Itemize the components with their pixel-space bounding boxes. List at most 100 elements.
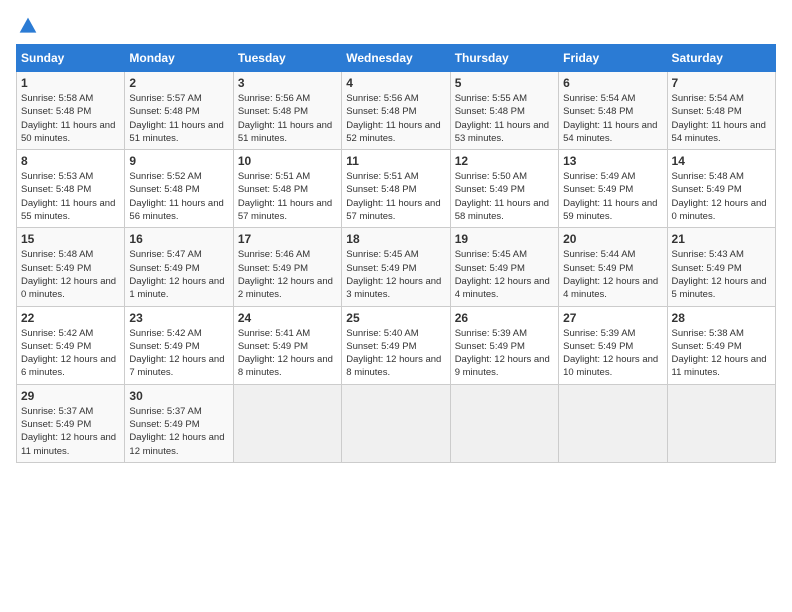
calendar-day-cell: 17 Sunrise: 5:46 AMSunset: 5:49 PMDayligh…: [233, 228, 341, 306]
day-number: 4: [346, 76, 445, 90]
day-number: 29: [21, 389, 120, 403]
day-number: 18: [346, 232, 445, 246]
calendar-table: SundayMondayTuesdayWednesdayThursdayFrid…: [16, 44, 776, 463]
calendar-day-cell: 21 Sunrise: 5:43 AMSunset: 5:49 PMDayligh…: [667, 228, 775, 306]
day-detail: Sunrise: 5:38 AMSunset: 5:49 PMDaylight:…: [672, 327, 771, 380]
day-number: 23: [129, 311, 228, 325]
day-number: 28: [672, 311, 771, 325]
calendar-day-cell: 22 Sunrise: 5:42 AMSunset: 5:49 PMDayligh…: [17, 306, 125, 384]
day-of-week-header: Sunday: [17, 45, 125, 72]
day-number: 21: [672, 232, 771, 246]
day-number: 9: [129, 154, 228, 168]
day-number: 30: [129, 389, 228, 403]
calendar-day-cell: 30 Sunrise: 5:37 AMSunset: 5:49 PMDayligh…: [125, 384, 233, 462]
day-detail: Sunrise: 5:56 AMSunset: 5:48 PMDaylight:…: [346, 92, 445, 145]
day-detail: Sunrise: 5:58 AMSunset: 5:48 PMDaylight:…: [21, 92, 120, 145]
day-detail: Sunrise: 5:37 AMSunset: 5:49 PMDaylight:…: [21, 405, 120, 458]
calendar-day-cell: 20 Sunrise: 5:44 AMSunset: 5:49 PMDayligh…: [559, 228, 667, 306]
day-number: 5: [455, 76, 554, 90]
day-number: 17: [238, 232, 337, 246]
day-number: 16: [129, 232, 228, 246]
day-detail: Sunrise: 5:41 AMSunset: 5:49 PMDaylight:…: [238, 327, 337, 380]
day-number: 7: [672, 76, 771, 90]
day-number: 2: [129, 76, 228, 90]
day-detail: Sunrise: 5:40 AMSunset: 5:49 PMDaylight:…: [346, 327, 445, 380]
calendar-day-cell: 27 Sunrise: 5:39 AMSunset: 5:49 PMDayligh…: [559, 306, 667, 384]
calendar-day-cell: 24 Sunrise: 5:41 AMSunset: 5:49 PMDayligh…: [233, 306, 341, 384]
day-detail: Sunrise: 5:39 AMSunset: 5:49 PMDaylight:…: [455, 327, 554, 380]
day-number: 27: [563, 311, 662, 325]
day-detail: Sunrise: 5:46 AMSunset: 5:49 PMDaylight:…: [238, 248, 337, 301]
calendar-day-cell: 10 Sunrise: 5:51 AMSunset: 5:48 PMDayligh…: [233, 150, 341, 228]
day-of-week-header: Monday: [125, 45, 233, 72]
day-number: 11: [346, 154, 445, 168]
day-detail: Sunrise: 5:57 AMSunset: 5:48 PMDaylight:…: [129, 92, 228, 145]
calendar-day-cell: 6Sunrise: 5:54 AMSunset: 5:48 PMDaylight…: [559, 72, 667, 150]
calendar-day-cell: 3 Sunrise: 5:56 AMSunset: 5:48 PMDaylight…: [233, 72, 341, 150]
calendar-day-cell: 15Sunrise: 5:48 AMSunset: 5:49 PMDayligh…: [17, 228, 125, 306]
day-detail: Sunrise: 5:52 AMSunset: 5:48 PMDaylight:…: [129, 170, 228, 223]
calendar-week-row: 1Sunrise: 5:58 AMSunset: 5:48 PMDaylight…: [17, 72, 776, 150]
day-detail: Sunrise: 5:48 AMSunset: 5:49 PMDaylight:…: [672, 170, 771, 223]
day-detail: Sunrise: 5:37 AMSunset: 5:49 PMDaylight:…: [129, 405, 228, 458]
day-number: 10: [238, 154, 337, 168]
calendar-day-cell: [450, 384, 558, 462]
day-number: 24: [238, 311, 337, 325]
calendar-day-cell: 19 Sunrise: 5:45 AMSunset: 5:49 PMDayligh…: [450, 228, 558, 306]
calendar-day-cell: 1Sunrise: 5:58 AMSunset: 5:48 PMDaylight…: [17, 72, 125, 150]
day-number: 22: [21, 311, 120, 325]
day-detail: Sunrise: 5:50 AMSunset: 5:49 PMDaylight:…: [455, 170, 554, 223]
day-detail: Sunrise: 5:56 AMSunset: 5:48 PMDaylight:…: [238, 92, 337, 145]
calendar-day-cell: [342, 384, 450, 462]
day-detail: Sunrise: 5:48 AMSunset: 5:49 PMDaylight:…: [21, 248, 120, 301]
calendar-day-cell: [559, 384, 667, 462]
calendar-day-cell: [667, 384, 775, 462]
day-of-week-header: Saturday: [667, 45, 775, 72]
day-detail: Sunrise: 5:42 AMSunset: 5:49 PMDaylight:…: [21, 327, 120, 380]
calendar-day-cell: 29 Sunrise: 5:37 AMSunset: 5:49 PMDayligh…: [17, 384, 125, 462]
calendar-day-cell: 11 Sunrise: 5:51 AMSunset: 5:48 PMDayligh…: [342, 150, 450, 228]
day-detail: Sunrise: 5:53 AMSunset: 5:48 PMDaylight:…: [21, 170, 120, 223]
day-detail: Sunrise: 5:51 AMSunset: 5:48 PMDaylight:…: [238, 170, 337, 223]
calendar-day-cell: [233, 384, 341, 462]
day-detail: Sunrise: 5:39 AMSunset: 5:49 PMDaylight:…: [563, 327, 662, 380]
calendar-week-row: 8 Sunrise: 5:53 AMSunset: 5:48 PMDaylight…: [17, 150, 776, 228]
day-detail: Sunrise: 5:45 AMSunset: 5:49 PMDaylight:…: [455, 248, 554, 301]
day-number: 6: [563, 76, 662, 90]
day-detail: Sunrise: 5:47 AMSunset: 5:49 PMDaylight:…: [129, 248, 228, 301]
calendar-week-row: 15Sunrise: 5:48 AMSunset: 5:49 PMDayligh…: [17, 228, 776, 306]
calendar-day-cell: 13Sunrise: 5:49 AMSunset: 5:49 PMDayligh…: [559, 150, 667, 228]
day-number: 14: [672, 154, 771, 168]
calendar-week-row: 22 Sunrise: 5:42 AMSunset: 5:49 PMDayligh…: [17, 306, 776, 384]
day-detail: Sunrise: 5:55 AMSunset: 5:48 PMDaylight:…: [455, 92, 554, 145]
calendar-day-cell: 18 Sunrise: 5:45 AMSunset: 5:49 PMDayligh…: [342, 228, 450, 306]
day-detail: Sunrise: 5:54 AMSunset: 5:48 PMDaylight:…: [672, 92, 771, 145]
day-number: 26: [455, 311, 554, 325]
calendar-day-cell: 9 Sunrise: 5:52 AMSunset: 5:48 PMDaylight…: [125, 150, 233, 228]
day-detail: Sunrise: 5:42 AMSunset: 5:49 PMDaylight:…: [129, 327, 228, 380]
day-of-week-header: Tuesday: [233, 45, 341, 72]
day-number: 12: [455, 154, 554, 168]
day-detail: Sunrise: 5:44 AMSunset: 5:49 PMDaylight:…: [563, 248, 662, 301]
calendar-day-cell: 8 Sunrise: 5:53 AMSunset: 5:48 PMDaylight…: [17, 150, 125, 228]
day-detail: Sunrise: 5:51 AMSunset: 5:48 PMDaylight:…: [346, 170, 445, 223]
calendar-week-row: 29 Sunrise: 5:37 AMSunset: 5:49 PMDayligh…: [17, 384, 776, 462]
logo: [16, 16, 38, 36]
calendar-header-row: SundayMondayTuesdayWednesdayThursdayFrid…: [17, 45, 776, 72]
calendar-day-cell: 23 Sunrise: 5:42 AMSunset: 5:49 PMDayligh…: [125, 306, 233, 384]
day-detail: Sunrise: 5:43 AMSunset: 5:49 PMDaylight:…: [672, 248, 771, 301]
day-of-week-header: Thursday: [450, 45, 558, 72]
day-of-week-header: Friday: [559, 45, 667, 72]
day-detail: Sunrise: 5:49 AMSunset: 5:49 PMDaylight:…: [563, 170, 662, 223]
logo-icon: [18, 16, 38, 36]
page-header: [16, 16, 776, 36]
calendar-day-cell: 25Sunrise: 5:40 AMSunset: 5:49 PMDayligh…: [342, 306, 450, 384]
calendar-day-cell: 12 Sunrise: 5:50 AMSunset: 5:49 PMDayligh…: [450, 150, 558, 228]
day-detail: Sunrise: 5:45 AMSunset: 5:49 PMDaylight:…: [346, 248, 445, 301]
day-number: 20: [563, 232, 662, 246]
day-number: 8: [21, 154, 120, 168]
day-number: 19: [455, 232, 554, 246]
calendar-day-cell: 28 Sunrise: 5:38 AMSunset: 5:49 PMDayligh…: [667, 306, 775, 384]
calendar-day-cell: 2 Sunrise: 5:57 AMSunset: 5:48 PMDaylight…: [125, 72, 233, 150]
day-number: 3: [238, 76, 337, 90]
